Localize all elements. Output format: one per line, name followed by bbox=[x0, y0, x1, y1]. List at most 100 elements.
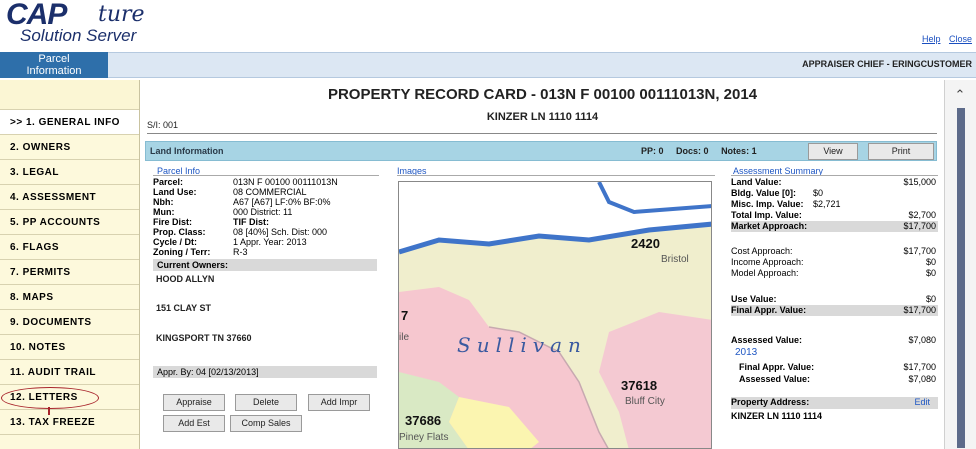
scrollbar[interactable]: ⌃ bbox=[944, 80, 976, 449]
nav-spacer bbox=[0, 80, 139, 110]
assessed-value-row: Assessed Value: $7,080 bbox=[731, 335, 938, 346]
nav-documents[interactable]: 9. DOCUMENTS bbox=[0, 310, 139, 335]
cycle-value: 1 Appr. Year: 2013 bbox=[233, 237, 307, 247]
fire-dist-label: Fire Dist: bbox=[153, 217, 193, 227]
view-button[interactable]: View bbox=[808, 143, 858, 160]
logo-subtitle: Solution Server bbox=[20, 26, 137, 45]
market-approach-row: Market Approach: $17,700 bbox=[731, 221, 938, 232]
print-button[interactable]: Print bbox=[868, 143, 934, 160]
nav-pp-accounts[interactable]: 5. PP ACCOUNTS bbox=[0, 210, 139, 235]
property-address-row: Property Address: Edit bbox=[731, 397, 938, 409]
total-imp-value: $2,700 bbox=[908, 210, 936, 220]
owner-street: 151 CLAY ST bbox=[156, 303, 212, 313]
appraise-button[interactable]: Appraise bbox=[163, 394, 225, 411]
misc-imp-row: Misc. Imp. Value: $2,721 bbox=[731, 199, 938, 210]
chevron-up-icon[interactable]: ⌃ bbox=[951, 88, 969, 102]
land-information-title: Land Information bbox=[150, 146, 224, 156]
parcel-value: 013N F 00100 00111013N bbox=[233, 177, 338, 187]
docs-count: Docs: 0 bbox=[676, 146, 709, 156]
year-assessed-row: Assessed Value: $7,080 bbox=[731, 374, 938, 385]
mun-label: Mun: bbox=[153, 207, 175, 217]
property-address-value-row: KINZER LN 1110 1114 bbox=[731, 411, 938, 422]
tif-dist-label: TIF Dist: bbox=[233, 217, 269, 227]
pp-count: PP: 0 bbox=[641, 146, 664, 156]
property-address-value: KINZER LN 1110 1114 bbox=[731, 411, 823, 421]
income-approach-label: Income Approach: bbox=[731, 257, 804, 267]
delete-button[interactable]: Delete bbox=[235, 394, 297, 411]
parcel-tab-line2: Information bbox=[26, 65, 82, 77]
market-approach-label: Market Approach: bbox=[731, 221, 808, 231]
parcel-tab-line1: Parcel bbox=[38, 53, 70, 65]
year-link[interactable]: 2013 bbox=[735, 347, 757, 358]
mun-value: 000 District: 11 bbox=[233, 207, 293, 217]
total-imp-row: Total Imp. Value: $2,700 bbox=[731, 210, 938, 221]
images-rule bbox=[397, 175, 715, 176]
year-assessed-value: $7,080 bbox=[908, 374, 936, 384]
parcel-information-tab[interactable]: Parcel Information bbox=[0, 52, 108, 78]
nav-general-info[interactable]: >> 1. GENERAL INFO bbox=[0, 110, 139, 135]
land-value: $15,000 bbox=[903, 177, 936, 187]
map-zip-right: 37618 bbox=[621, 378, 657, 393]
help-link[interactable]: Help bbox=[922, 34, 941, 44]
map-fragment-a: 7 bbox=[401, 308, 408, 323]
cycle-label: Cycle / Dt: bbox=[153, 237, 198, 247]
model-approach-label: Model Approach: bbox=[731, 268, 799, 278]
misc-imp-value: $2,721 bbox=[813, 199, 841, 209]
zoning-value: R-3 bbox=[233, 247, 248, 257]
letters-highlight-pointer bbox=[48, 407, 50, 415]
nav-audit-trail[interactable]: 11. AUDIT TRAIL bbox=[0, 360, 139, 385]
nav-legal[interactable]: 3. LEGAL bbox=[0, 160, 139, 185]
edit-link[interactable]: Edit bbox=[914, 397, 930, 407]
map-county-label: Sullivan bbox=[457, 333, 587, 357]
nav-maps[interactable]: 8. MAPS bbox=[0, 285, 139, 310]
nav-permits[interactable]: 7. PERMITS bbox=[0, 260, 139, 285]
cost-approach-row: Cost Approach: $17,700 bbox=[731, 246, 938, 257]
misc-imp-label: Misc. Imp. Value: bbox=[731, 199, 804, 209]
map-town-left: Piney Flats bbox=[399, 432, 448, 443]
land-use-label: Land Use: bbox=[153, 187, 197, 197]
scrollbar-thumb[interactable] bbox=[957, 108, 965, 448]
current-owners-header: Current Owners: bbox=[153, 259, 377, 271]
divider bbox=[147, 133, 937, 134]
prop-class-label: Prop. Class: bbox=[153, 227, 206, 237]
nav-letters[interactable]: 12. LETTERS bbox=[0, 385, 139, 410]
year-final-row: Final Appr. Value: $17,700 bbox=[731, 362, 938, 373]
final-appr-value: $17,700 bbox=[903, 305, 936, 315]
map-town-right: Bluff City bbox=[625, 396, 665, 407]
nav-tax-freeze[interactable]: 13. TAX FREEZE bbox=[0, 410, 139, 435]
owner-city: KINGSPORT TN 37660 bbox=[156, 333, 252, 343]
nav-flags[interactable]: 6. FLAGS bbox=[0, 235, 139, 260]
model-approach-row: Model Approach: $0 bbox=[731, 268, 938, 279]
sn-label: S/I: 001 bbox=[147, 120, 179, 130]
nav-notes[interactable]: 10. NOTES bbox=[0, 335, 139, 360]
map-zip-left: 37686 bbox=[405, 413, 441, 428]
assessed-value: $7,080 bbox=[908, 335, 936, 345]
year-final-label: Final Appr. Value: bbox=[739, 362, 815, 372]
cost-approach-label: Cost Approach: bbox=[731, 246, 793, 256]
map-zip-top: 2420 bbox=[631, 236, 660, 251]
income-approach-row: Income Approach: $0 bbox=[731, 257, 938, 268]
year-row: 2013 bbox=[731, 347, 938, 358]
main-content: PROPERTY RECORD CARD - 013N F 00100 0011… bbox=[141, 80, 944, 449]
land-use-value: 08 COMMERCIAL bbox=[233, 187, 307, 197]
parcel-map-image[interactable]: 2420 Bristol Sullivan 37618 Bluff City 3… bbox=[398, 181, 712, 449]
page-title: PROPERTY RECORD CARD - 013N F 00100 0011… bbox=[327, 86, 758, 103]
year-assessed-label: Assessed Value: bbox=[739, 374, 811, 384]
nav-owners[interactable]: 2. OWNERS bbox=[0, 135, 139, 160]
add-impr-button[interactable]: Add Impr bbox=[308, 394, 370, 411]
market-approach-value: $17,700 bbox=[903, 221, 936, 231]
model-approach-value: $0 bbox=[925, 268, 936, 278]
land-stats: PP: 0 Docs: 0 Notes: 1 bbox=[641, 146, 767, 156]
assessment-rule bbox=[731, 175, 938, 176]
user-label: APPRAISER CHIEF - ERINGCUSTOMER bbox=[802, 59, 972, 69]
captture-logo: CAP ture Solution Server bbox=[6, 0, 226, 46]
zoning-label: Zoning / Terr: bbox=[153, 247, 211, 257]
map-fragment-b: ile bbox=[399, 332, 409, 343]
add-est-button[interactable]: Add Est bbox=[163, 415, 225, 432]
year-final-value: $17,700 bbox=[903, 362, 936, 372]
use-value-row: Use Value: $0 bbox=[731, 294, 938, 305]
close-link[interactable]: Close bbox=[949, 34, 972, 44]
comp-sales-button[interactable]: Comp Sales bbox=[230, 415, 302, 432]
parcel-info-rule bbox=[153, 175, 379, 176]
nav-assessment[interactable]: 4. ASSESSMENT bbox=[0, 185, 139, 210]
